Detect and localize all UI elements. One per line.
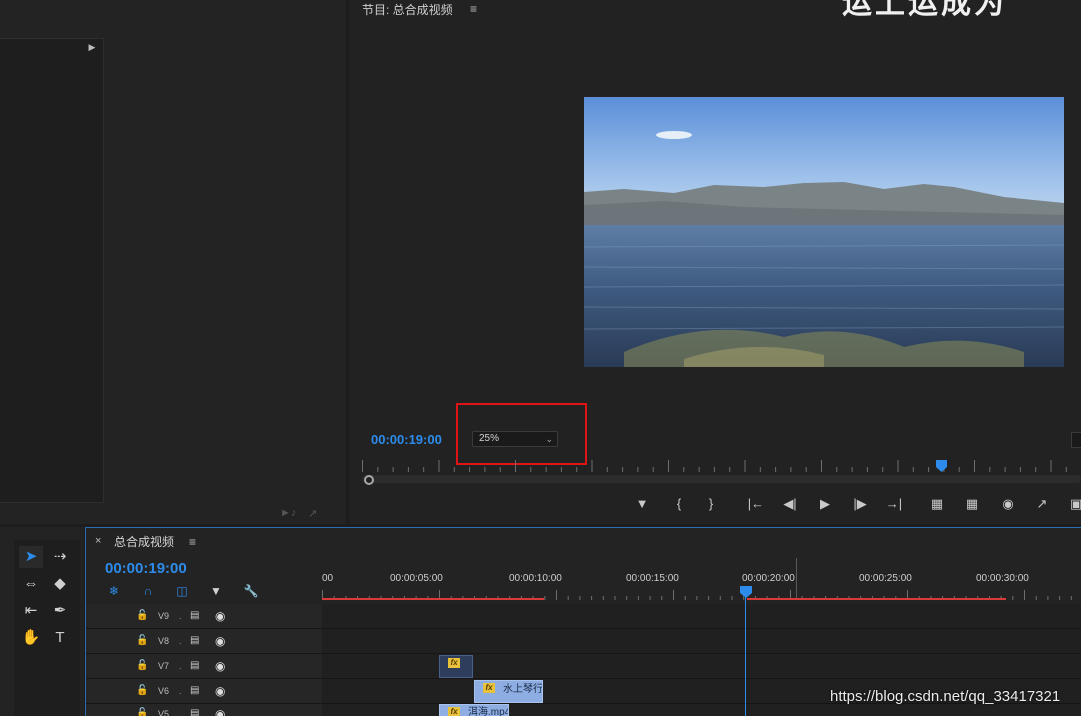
snap-icon[interactable]: ∩ bbox=[139, 583, 157, 599]
ruler-label: 00:00:10:00 bbox=[509, 573, 562, 584]
program-timecode[interactable]: 00:00:19:00 bbox=[371, 432, 442, 447]
sequence-timecode[interactable]: 00:00:19:00 bbox=[105, 560, 187, 577]
track-name[interactable]: V6 bbox=[158, 686, 169, 696]
track-name[interactable]: V9 bbox=[158, 611, 169, 621]
program-scrub-bar[interactable] bbox=[362, 475, 1081, 483]
track-row[interactable] bbox=[86, 704, 1081, 716]
clip-label: 洱海.mp4 bbox=[468, 707, 509, 716]
track-name[interactable]: V5 bbox=[158, 709, 169, 716]
program-playhead[interactable] bbox=[936, 460, 947, 472]
slip-tool-icon[interactable]: ⇤ bbox=[19, 600, 43, 622]
track-sync-dot: . bbox=[179, 636, 182, 646]
step-forward-icon[interactable]: |▶ bbox=[849, 494, 871, 514]
wrench-icon[interactable]: 🔧 bbox=[242, 583, 260, 599]
lock-icon[interactable]: 🔓 bbox=[136, 635, 148, 646]
timeline-playhead-line[interactable] bbox=[745, 590, 746, 716]
add-marker-icon[interactable]: ▼ bbox=[207, 583, 225, 599]
fx-badge-icon: fx bbox=[448, 707, 460, 716]
panel-menu-icon[interactable]: ≡ bbox=[470, 2, 477, 16]
nest-icon[interactable]: ❄ bbox=[105, 583, 123, 599]
close-icon[interactable]: × bbox=[95, 535, 101, 547]
insert-icon[interactable]: ►♪ bbox=[280, 507, 298, 521]
video-preview bbox=[584, 97, 1064, 367]
export-icon[interactable]: ↗ bbox=[308, 507, 326, 521]
play-icon[interactable]: ▶ bbox=[814, 494, 836, 514]
work-area-bar[interactable] bbox=[322, 598, 544, 600]
ruler-label: 00:00:25:00 bbox=[859, 573, 912, 584]
go-to-out-icon[interactable]: →| bbox=[883, 494, 905, 514]
lock-icon[interactable]: 🔓 bbox=[136, 610, 148, 621]
linked-selection-icon[interactable]: ◫ bbox=[173, 583, 191, 599]
triangle-right-icon[interactable]: ▶ bbox=[86, 41, 98, 53]
track-row[interactable] bbox=[86, 604, 1081, 629]
track-sync-dot: . bbox=[179, 661, 182, 671]
sync-lock-icon[interactable]: ▤ bbox=[190, 635, 199, 646]
timeline-playhead[interactable] bbox=[740, 586, 752, 598]
ripple-edit-tool-icon[interactable]: ⇔ bbox=[19, 573, 43, 595]
clip-label: 水上琴行 bbox=[503, 684, 543, 695]
track-name[interactable]: V8 bbox=[158, 636, 169, 646]
step-back-icon[interactable]: ◀| bbox=[779, 494, 801, 514]
track-sync-dot: . bbox=[179, 709, 182, 716]
fx-badge-icon: fx bbox=[448, 658, 460, 668]
annotation-highlight-box bbox=[456, 403, 587, 465]
scrub-zoom-handle[interactable] bbox=[364, 475, 374, 485]
sequence-tab[interactable]: 总合成视频 bbox=[114, 533, 174, 550]
panel-menu-icon[interactable]: ≡ bbox=[189, 535, 196, 549]
ruler-label: 00:00:30:00 bbox=[976, 573, 1029, 584]
eye-icon[interactable]: ◉ bbox=[215, 684, 225, 698]
eye-icon[interactable]: ◉ bbox=[215, 707, 225, 716]
work-area-bar[interactable] bbox=[747, 598, 1006, 600]
comparison-view-icon[interactable]: ▣ bbox=[1065, 494, 1081, 514]
export-frame-icon[interactable]: ◉ bbox=[997, 494, 1019, 514]
ruler-label: 00:00:05:00 bbox=[390, 573, 443, 584]
mark-out-icon[interactable]: } bbox=[700, 494, 722, 514]
timeline-clip-v7[interactable]: fx bbox=[439, 655, 473, 678]
timeline-ruler-ticks bbox=[322, 590, 1072, 600]
lift-icon[interactable]: ▦ bbox=[926, 494, 948, 514]
ruler-label: 00 bbox=[322, 573, 334, 584]
lock-icon[interactable]: 🔓 bbox=[136, 708, 148, 716]
program-mini-ruler[interactable] bbox=[362, 460, 1081, 472]
ruler-divider bbox=[796, 558, 797, 598]
mark-in-icon[interactable]: { bbox=[668, 494, 690, 514]
url-watermark: https://blog.csdn.net/qq_33417321 bbox=[830, 688, 1061, 705]
project-panel-content bbox=[0, 38, 104, 503]
go-to-in-icon[interactable]: |← bbox=[745, 494, 767, 514]
timeline-clip-v6[interactable]: fx 水上琴行 bbox=[474, 680, 543, 703]
pen-tool-icon[interactable]: ✒ bbox=[48, 600, 72, 622]
track-row[interactable] bbox=[86, 629, 1081, 654]
eye-icon[interactable]: ◉ bbox=[215, 609, 225, 623]
timeline-clip-v5[interactable]: fx 洱海.mp4 bbox=[439, 704, 509, 716]
type-tool-icon[interactable]: T bbox=[48, 627, 72, 649]
resolution-select[interactable] bbox=[1071, 432, 1081, 448]
program-monitor-title[interactable]: 节目: 总合成视频 bbox=[362, 1, 453, 18]
selection-tool-icon[interactable]: ➤ bbox=[19, 546, 43, 568]
hand-tool-icon[interactable]: ✋ bbox=[19, 627, 43, 649]
track-name[interactable]: V7 bbox=[158, 661, 169, 671]
track-row[interactable] bbox=[86, 654, 1081, 679]
sync-lock-icon[interactable]: ▤ bbox=[190, 685, 199, 696]
razor-tool-icon[interactable]: ◆ bbox=[48, 573, 72, 595]
eye-icon[interactable]: ◉ bbox=[215, 659, 225, 673]
track-sync-dot: . bbox=[179, 686, 182, 696]
lock-icon[interactable]: 🔓 bbox=[136, 660, 148, 671]
share-icon[interactable]: ↗ bbox=[1031, 494, 1053, 514]
ruler-label: 00:00:20:00 bbox=[742, 573, 795, 584]
fx-badge-icon: fx bbox=[483, 683, 495, 693]
sync-lock-icon[interactable]: ▤ bbox=[190, 708, 199, 716]
sync-lock-icon[interactable]: ▤ bbox=[190, 660, 199, 671]
sync-lock-icon[interactable]: ▤ bbox=[190, 610, 199, 621]
eye-icon[interactable]: ◉ bbox=[215, 634, 225, 648]
lock-icon[interactable]: 🔓 bbox=[136, 685, 148, 696]
top-watermark-text: 运上运成为 bbox=[842, 0, 1007, 20]
track-sync-dot: . bbox=[179, 611, 182, 621]
extract-icon[interactable]: ▦ bbox=[961, 494, 983, 514]
track-select-tool-icon[interactable]: ⇢ bbox=[48, 546, 72, 568]
add-marker-icon[interactable]: ▼ bbox=[631, 494, 653, 514]
ruler-label: 00:00:15:00 bbox=[626, 573, 679, 584]
